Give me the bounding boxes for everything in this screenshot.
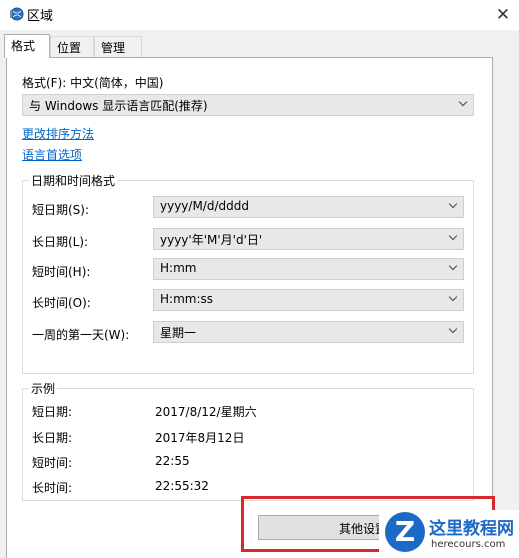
format-select[interactable]: 与 Windows 显示语言匹配(推荐): [22, 94, 474, 116]
short-date-select[interactable]: yyyy/M/d/dddd: [153, 196, 464, 218]
site-url: herecours.com: [431, 539, 506, 550]
format-select-value: 与 Windows 显示语言匹配(推荐): [29, 99, 208, 113]
long-time-label: 长时间(O):: [32, 296, 91, 310]
chevron-down-icon: [448, 199, 458, 209]
format-panel: 格式(F): 中文(简体，中国) 与 Windows 显示语言匹配(推荐) 更改…: [6, 57, 493, 558]
format-label: 格式(F): 中文(简体，中国): [22, 76, 164, 90]
example-short-time-label: 短时间:: [32, 456, 73, 470]
long-date-select[interactable]: yyyy'年'M'月'd'日': [153, 228, 464, 250]
chevron-down-icon: [448, 324, 458, 334]
example-group-title: 示例: [29, 380, 58, 397]
long-time-select[interactable]: H:mm:ss: [153, 289, 464, 311]
chevron-down-icon: [458, 97, 468, 107]
datetime-group-title: 日期和时间格式: [29, 172, 118, 189]
long-date-label: 长日期(L):: [32, 235, 89, 249]
short-time-label: 短时间(H):: [32, 265, 91, 279]
example-long-time-label: 长时间:: [32, 481, 73, 495]
first-day-value: 星期一: [160, 326, 197, 340]
example-group: 示例 短日期: 2017/8/12/星期六 长日期: 2017年8月12日 短时…: [22, 380, 474, 501]
short-time-select[interactable]: H:mm: [153, 258, 464, 280]
short-date-label: 短日期(S):: [32, 203, 90, 217]
region-globe-icon: [10, 7, 24, 21]
first-day-label: 一周的第一天(W):: [32, 328, 130, 342]
example-long-time-value: 22:55:32: [155, 479, 209, 493]
example-short-time-value: 22:55: [155, 454, 190, 468]
tab-administrative[interactable]: 管理: [94, 36, 142, 57]
first-day-select[interactable]: 星期一: [153, 321, 464, 343]
example-long-date-value: 2017年8月12日: [155, 431, 245, 445]
short-time-value: H:mm: [160, 261, 197, 275]
change-sort-link[interactable]: 更改排序方法: [22, 125, 94, 142]
language-preferences-link[interactable]: 语言首选项: [22, 146, 82, 163]
tab-bar: 格式 位置 管理: [0, 30, 519, 58]
example-short-date-value: 2017/8/12/星期六: [155, 405, 257, 419]
chevron-down-icon: [448, 231, 458, 241]
datetime-group: 日期和时间格式 短日期(S): yyyy/M/d/dddd 长日期(L): yy…: [22, 172, 474, 374]
title-bar: 区域 ✕: [0, 0, 519, 30]
example-short-date-label: 短日期:: [32, 405, 73, 419]
tab-location[interactable]: 位置: [50, 36, 94, 57]
site-name: 这里教程网: [429, 519, 514, 539]
long-date-value: yyyy'年'M'月'd'日': [160, 233, 263, 247]
close-icon: ✕: [495, 5, 511, 25]
example-long-date-label: 长日期:: [32, 431, 73, 445]
site-logo: Z: [385, 512, 425, 552]
site-watermark: Z 这里教程网 herecours.com: [379, 510, 519, 558]
close-button[interactable]: ✕: [487, 0, 519, 30]
long-time-value: H:mm:ss: [160, 292, 213, 306]
window-title: 区域: [27, 9, 54, 24]
tab-format[interactable]: 格式: [4, 34, 50, 58]
short-date-value: yyyy/M/d/dddd: [160, 199, 249, 213]
chevron-down-icon: [448, 292, 458, 302]
chevron-down-icon: [448, 261, 458, 271]
